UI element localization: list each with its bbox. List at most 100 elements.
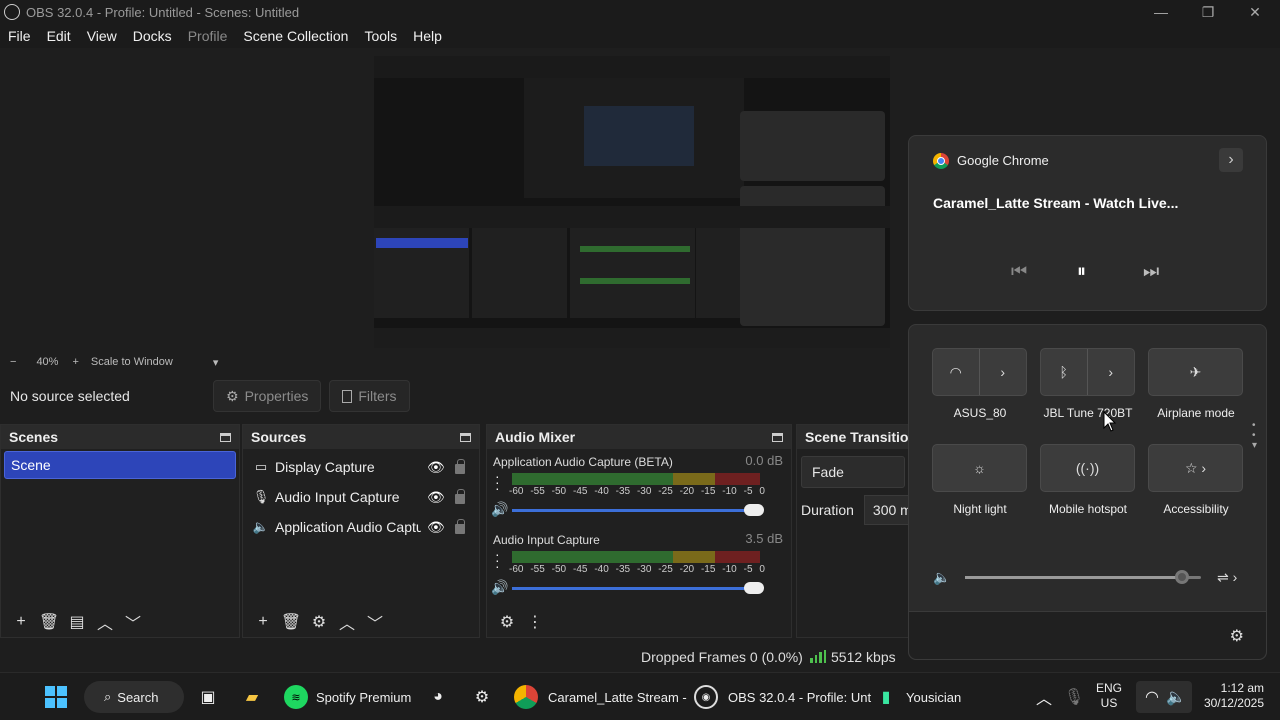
page-dots[interactable]: • • ▾: [1252, 421, 1257, 451]
restore-button[interactable]: ❐: [1185, 0, 1231, 24]
move-up-button[interactable]: ︿: [333, 610, 361, 634]
source-item[interactable]: 🎙 Audio Input Capture 👁: [243, 482, 479, 512]
slider-knob[interactable]: [744, 504, 764, 516]
remove-source-button[interactable]: 🗑: [277, 610, 305, 634]
mixer-menu-button[interactable]: ⋮: [521, 610, 549, 634]
menu-scene-collection[interactable]: Scene Collection: [235, 28, 356, 44]
source-label: Display Capture: [275, 459, 375, 475]
clock[interactable]: 1:12 am 30/12/2025: [1198, 681, 1264, 713]
visibility-icon[interactable]: 👁: [427, 489, 445, 506]
volume-track[interactable]: [965, 570, 1201, 584]
lock-icon[interactable]: [455, 459, 465, 474]
chevron-right-icon[interactable]: ›: [1088, 349, 1135, 395]
language-indicator[interactable]: ENG US: [1096, 681, 1122, 713]
volume-knob[interactable]: [1175, 570, 1190, 584]
transition-select[interactable]: Fade: [801, 456, 905, 488]
spotify-button[interactable]: ≋ Spotify Premium: [284, 681, 411, 713]
transitions-header: Scene Transition: [797, 425, 909, 449]
language-code: ENG: [1096, 681, 1123, 695]
speaker-icon[interactable]: 🔊: [491, 501, 508, 518]
menu-view[interactable]: View: [79, 28, 125, 44]
mouse-cursor: [1103, 411, 1117, 432]
lock-icon[interactable]: [455, 489, 465, 504]
network-volume-tray[interactable]: ◠ 🔈: [1136, 681, 1192, 713]
airplane-mode-tile[interactable]: ✈: [1148, 348, 1243, 396]
remove-scene-button[interactable]: 🗑: [35, 610, 63, 634]
wifi-icon: ◠: [1145, 689, 1159, 706]
zoom-in-button[interactable]: +: [72, 356, 78, 368]
volume-slider[interactable]: [512, 504, 764, 516]
speaker-icon[interactable]: 🔊: [491, 579, 508, 596]
media-flyout: Google Chrome › Caramel_Latte Stream - W…: [908, 135, 1267, 311]
source-item[interactable]: 🔈 Application Audio Capture 👁: [243, 512, 479, 542]
undock-icon[interactable]: [220, 432, 231, 442]
menu-file[interactable]: File: [0, 28, 39, 44]
night-light-tile[interactable]: ☼: [932, 444, 1027, 492]
next-track-button[interactable]: ⏭: [1143, 261, 1159, 282]
task-view-button[interactable]: ▣: [196, 681, 220, 713]
obs-taskbar-button[interactable]: ◉ OBS 32.0.4 - Profile: Unt: [694, 681, 871, 713]
audio-output-button[interactable]: ⇌ ›: [1217, 569, 1237, 586]
minimize-button[interactable]: —: [1138, 0, 1184, 24]
menu-help[interactable]: Help: [405, 28, 450, 44]
undock-icon[interactable]: [772, 432, 783, 442]
discord-button[interactable]: ◕: [426, 681, 450, 713]
scene-filters-button[interactable]: ▤: [63, 610, 91, 634]
advanced-audio-button[interactable]: ⚙: [493, 610, 521, 634]
volume-icon[interactable]: 🔈: [933, 569, 950, 586]
file-explorer-button[interactable]: ▰: [240, 681, 264, 713]
source-item[interactable]: ▭ Display Capture 👁: [243, 452, 479, 482]
pause-button[interactable]: ⏸: [1077, 261, 1086, 282]
accessibility-tile[interactable]: ☆ ›: [1148, 444, 1243, 492]
show-hidden-icons-button[interactable]: ︿: [1032, 681, 1056, 713]
scale-mode[interactable]: Scale to Window: [91, 356, 173, 368]
visibility-icon[interactable]: 👁: [427, 459, 445, 476]
move-down-button[interactable]: ﹀: [361, 610, 389, 634]
move-down-button[interactable]: ﹀: [119, 610, 147, 634]
visibility-icon[interactable]: 👁: [427, 519, 445, 536]
chrome-taskbar-button[interactable]: Caramel_Latte Stream -: [514, 681, 687, 713]
move-up-button[interactable]: ︿: [91, 610, 119, 634]
monitor-icon: ▭: [254, 459, 268, 474]
previous-track-button[interactable]: ⏮: [1011, 261, 1027, 282]
wifi-tile[interactable]: ◠ ›: [932, 348, 1027, 396]
yousician-button[interactable]: ▮ Yousician: [874, 681, 962, 713]
menu-tools[interactable]: Tools: [356, 28, 405, 44]
preview-canvas[interactable]: [374, 56, 890, 348]
wifi-icon[interactable]: ◠: [933, 349, 980, 395]
microphone-icon: 🎙: [1063, 689, 1085, 706]
bluetooth-icon[interactable]: ᛒ: [1041, 349, 1088, 395]
menu-edit[interactable]: Edit: [39, 28, 79, 44]
microphone-tray[interactable]: 🎙: [1062, 681, 1086, 713]
slider-knob[interactable]: [744, 582, 764, 594]
close-button[interactable]: ✕: [1232, 0, 1278, 24]
settings-gear-icon[interactable]: ⚙: [1230, 626, 1244, 646]
undock-icon[interactable]: [460, 432, 471, 442]
properties-button[interactable]: ⚙ Properties: [213, 380, 322, 412]
menu-profile[interactable]: Profile: [180, 28, 236, 44]
bluetooth-tile[interactable]: ᛒ ›: [1040, 348, 1135, 396]
night-light-label: Night light: [953, 502, 1007, 516]
channel-menu-icon[interactable]: · · ·: [495, 547, 500, 573]
menu-docks[interactable]: Docks: [125, 28, 180, 44]
steam-button[interactable]: ⚙: [470, 681, 494, 713]
lock-icon[interactable]: [455, 519, 465, 534]
add-source-button[interactable]: +: [249, 610, 277, 634]
media-expand-button[interactable]: ›: [1219, 148, 1243, 172]
mobile-hotspot-tile[interactable]: ((·)): [1040, 444, 1135, 492]
start-button[interactable]: [44, 681, 68, 713]
channel-menu-icon[interactable]: · · ·: [495, 469, 500, 495]
source-properties-button[interactable]: ⚙: [305, 610, 333, 634]
scale-dropdown-icon[interactable]: ▾: [213, 356, 219, 369]
scene-item[interactable]: Scene: [4, 451, 236, 479]
add-scene-button[interactable]: +: [7, 610, 35, 634]
taskbar-search[interactable]: ⌕ Search: [84, 681, 184, 713]
filters-button[interactable]: Filters: [329, 380, 410, 412]
chevron-right-icon[interactable]: ›: [980, 349, 1027, 395]
zoom-out-button[interactable]: −: [10, 356, 16, 368]
no-source-label: No source selected: [10, 388, 130, 404]
source-label: Audio Input Capture: [275, 489, 400, 505]
channel-name: Audio Input Capture: [493, 533, 600, 547]
media-title: Caramel_Latte Stream - Watch Live...: [933, 195, 1179, 211]
volume-slider[interactable]: [512, 582, 764, 594]
